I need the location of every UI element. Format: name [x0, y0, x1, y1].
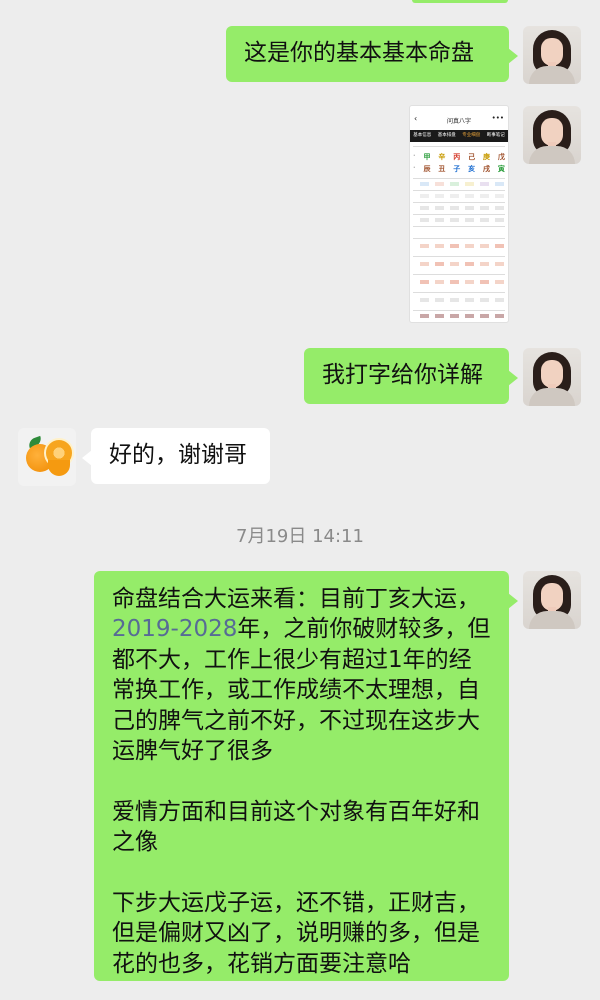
self-avatar[interactable] — [523, 348, 581, 406]
message-text: 命盘结合大运来看：目前丁亥大运，2019-2028年，之前你破财较多，但都不大，… — [112, 586, 491, 977]
message-text: 我打字给你详解 — [322, 362, 483, 388]
message-text: 这是你的基本基本命盘 — [244, 40, 474, 66]
message-text: 好的，谢谢哥 — [109, 442, 247, 468]
message-bubble-sent[interactable]: 这是你的基本基本命盘 — [226, 26, 518, 82]
year-range-link[interactable]: 2019-2028 — [112, 616, 237, 642]
screenshot-tabs: 基本信息 基本排盘 专业细盘 断事笔记 — [410, 130, 508, 142]
screenshot-branches-row: · 辰 丑 子 亥 戌 寅 — [413, 164, 505, 173]
self-avatar[interactable] — [523, 571, 581, 629]
message-bubble-sent[interactable]: 命盘结合大运来看：目前丁亥大运，2019-2028年，之前你破财较多，但都不大，… — [94, 571, 518, 981]
self-avatar[interactable] — [523, 26, 581, 84]
screenshot-tab: 基本信息 — [413, 133, 432, 138]
contact-avatar[interactable] — [18, 428, 76, 486]
more-icon: ••• — [491, 114, 504, 122]
screenshot-tab-active: 专业细盘 — [462, 133, 481, 138]
self-avatar[interactable] — [523, 106, 581, 164]
previous-message-edge — [0, 0, 600, 6]
message-bubble-sent[interactable]: 我打字给你详解 — [304, 348, 518, 404]
chart-screenshot-image[interactable]: ‹ 问真八字 ••• 基本信息 基本排盘 专业细盘 断事笔记 · 甲 辛 丙 己… — [410, 106, 508, 322]
screenshot-tab: 断事笔记 — [486, 133, 505, 138]
message-timestamp: 7月19日 14:11 — [236, 526, 364, 547]
screenshot-stems-row: · 甲 辛 丙 己 庚 戊 — [413, 152, 505, 161]
screenshot-tab: 基本排盘 — [437, 133, 456, 138]
message-bubble-received[interactable]: 好的，谢谢哥 — [82, 428, 270, 484]
